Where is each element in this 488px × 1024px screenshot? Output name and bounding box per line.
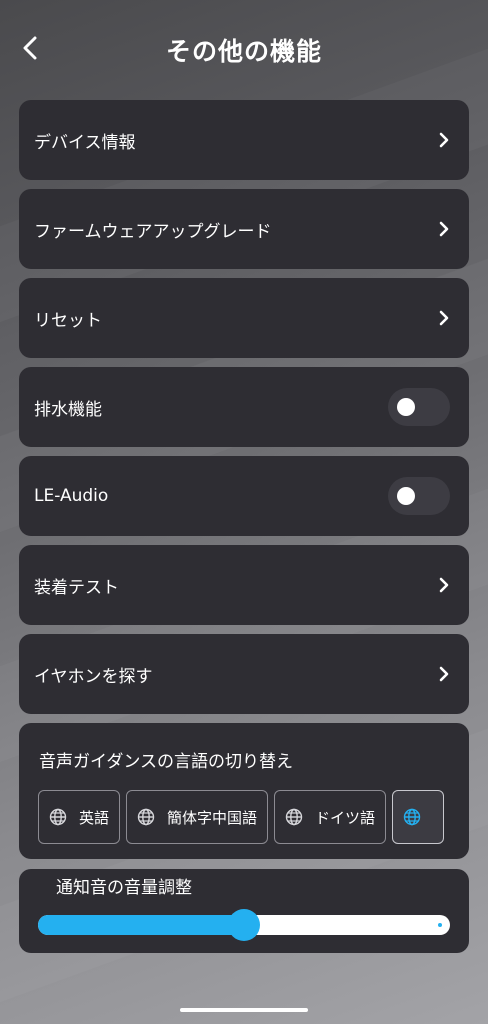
notification-volume-title: 通知音の音量調整 xyxy=(56,878,192,898)
menu-item-label: 装着テスト xyxy=(34,577,119,598)
slider-fill xyxy=(38,915,244,935)
globe-icon xyxy=(403,808,421,826)
menu-item[interactable]: 排水機能 xyxy=(19,367,469,447)
menu-item[interactable]: デバイス情報 xyxy=(19,100,469,180)
menu-item-label: リセット xyxy=(34,310,102,331)
menu-item-label: イヤホンを探す xyxy=(34,666,153,687)
globe-icon xyxy=(285,808,303,826)
language-option[interactable]: ドイツ語 xyxy=(274,790,387,844)
menu-item-label: ファームウェアアップグレード xyxy=(34,221,272,242)
language-option-label: 簡体字中国語 xyxy=(167,808,258,827)
language-option[interactable]: 英語 xyxy=(38,790,121,844)
menu-item-label: LE-Audio xyxy=(34,486,109,506)
menu-item[interactable]: LE-Audio xyxy=(19,456,469,536)
language-option[interactable]: 簡体字中国語 xyxy=(126,790,269,844)
notification-volume-slider[interactable] xyxy=(38,909,450,941)
slider-end-dot xyxy=(438,923,442,927)
chevron-right-icon xyxy=(429,130,449,150)
menu-item[interactable]: ファームウェアアップグレード xyxy=(19,189,469,269)
menu-item-label: 排水機能 xyxy=(34,399,102,420)
menu-item[interactable]: リセット xyxy=(19,278,469,358)
chevron-right-icon xyxy=(429,219,449,239)
chevron-right-icon xyxy=(429,664,449,684)
language-option[interactable] xyxy=(392,790,445,844)
language-options: 英語 簡体字中国語 ドイツ語 xyxy=(38,790,450,844)
menu-item[interactable]: イヤホンを探す xyxy=(19,634,469,714)
toggle-knob xyxy=(397,487,415,505)
menu-item-label: デバイス情報 xyxy=(34,132,136,153)
page-title: その他の機能 xyxy=(165,37,322,66)
notification-volume-card: 通知音の音量調整 xyxy=(19,869,469,953)
toggle-switch[interactable] xyxy=(388,388,450,426)
voice-guidance-title: 音声ガイダンスの言語の切り替え xyxy=(39,752,293,772)
globe-icon xyxy=(137,808,155,826)
header: その他の機能 xyxy=(0,0,488,100)
voice-guidance-language-card: 音声ガイダンスの言語の切り替え 英語 簡体字中国語 ドイツ語 xyxy=(19,723,469,859)
language-option-label: ドイツ語 xyxy=(315,808,376,827)
toggle-switch[interactable] xyxy=(388,477,450,515)
chevron-right-icon xyxy=(429,308,449,328)
slider-thumb[interactable] xyxy=(228,909,260,941)
globe-icon xyxy=(49,808,67,826)
menu-item[interactable]: 装着テスト xyxy=(19,545,469,625)
language-option-label: 英語 xyxy=(79,808,110,827)
chevron-right-icon xyxy=(429,575,449,595)
toggle-knob xyxy=(397,398,415,416)
home-indicator xyxy=(180,1008,308,1012)
